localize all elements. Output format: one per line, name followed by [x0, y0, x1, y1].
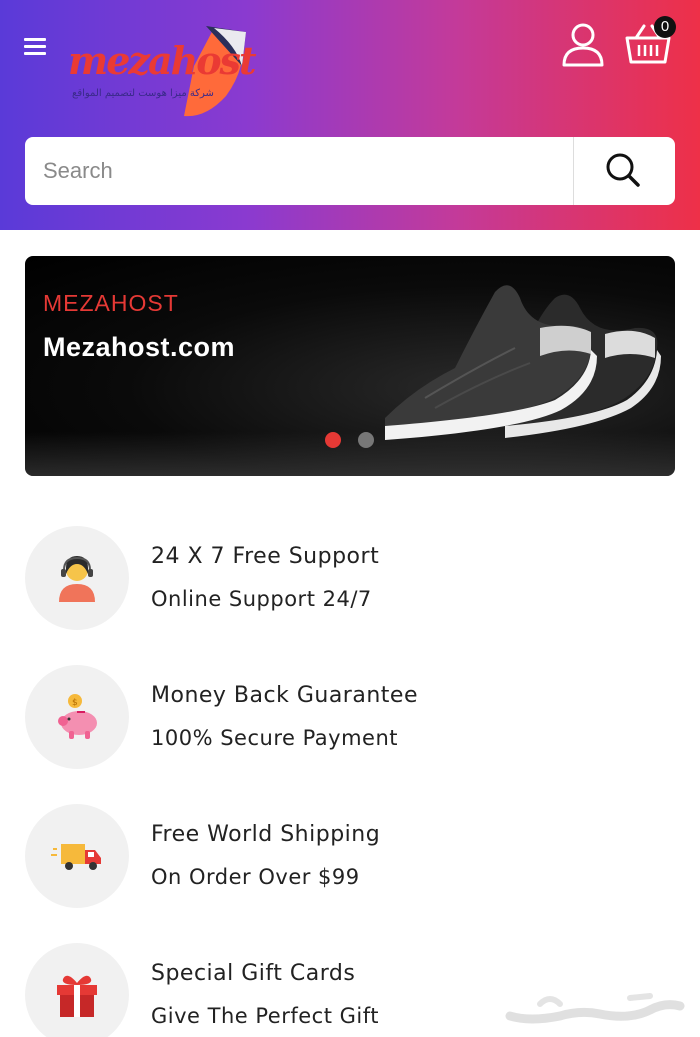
piggy-bank-icon: $	[58, 694, 97, 739]
feature-subtitle: Online Support 24/7	[151, 587, 372, 611]
account-button[interactable]	[560, 20, 606, 68]
feature-icon-circle	[25, 804, 129, 908]
feature-title: 24 X 7 Free Support	[151, 544, 380, 569]
support-agent-icon	[59, 556, 95, 602]
haraj-watermark	[505, 993, 685, 1024]
logo-text: mezahost	[68, 38, 257, 83]
feature-title: Special Gift Cards	[151, 961, 356, 986]
cart-button[interactable]: 0	[624, 16, 676, 66]
promo-banner-slider[interactable]: MEZAHOST Mezahost.com	[25, 256, 675, 476]
feature-icon-circle	[25, 526, 129, 630]
cart-count-badge: 0	[654, 16, 676, 38]
feature-item: $ Money Back Guarantee 100% Secure Payme…	[25, 665, 675, 769]
feature-item: Free World Shipping On Order Over $99	[25, 804, 675, 908]
hamburger-menu-icon[interactable]	[24, 38, 46, 56]
feature-subtitle: 100% Secure Payment	[151, 726, 399, 750]
search-input[interactable]	[25, 137, 573, 205]
feature-subtitle: Give The Perfect Gift	[151, 1004, 379, 1028]
sneakers-image	[385, 285, 661, 440]
search-icon	[606, 153, 640, 187]
gift-box-icon	[57, 975, 97, 1017]
delivery-truck-icon	[51, 844, 101, 870]
banner-kicker: MEZAHOST	[43, 290, 179, 316]
feature-icon-circle: $	[25, 665, 129, 769]
feature-title: Money Back Guarantee	[151, 683, 418, 708]
app-header: mezahost شركة ميزا هوست لتصميم المواقع 0	[0, 0, 700, 230]
feature-icon-circle	[25, 943, 129, 1037]
logo-subtitle: شركة ميزا هوست لتصميم المواقع	[72, 88, 214, 99]
feature-item: 24 X 7 Free Support Online Support 24/7	[25, 526, 675, 630]
slider-dot[interactable]	[358, 432, 374, 448]
slider-dot-active[interactable]	[325, 432, 341, 448]
banner-title: Mezahost.com	[43, 332, 236, 362]
search-button[interactable]	[574, 137, 675, 205]
feature-title: Free World Shipping	[151, 822, 381, 847]
mezahost-logo[interactable]: mezahost شركة ميزا هوست لتصميم المواقع	[66, 26, 257, 120]
user-icon	[562, 23, 604, 67]
svg-text:$: $	[72, 698, 78, 708]
search-bar	[25, 137, 675, 205]
feature-subtitle: On Order Over $99	[151, 865, 360, 889]
